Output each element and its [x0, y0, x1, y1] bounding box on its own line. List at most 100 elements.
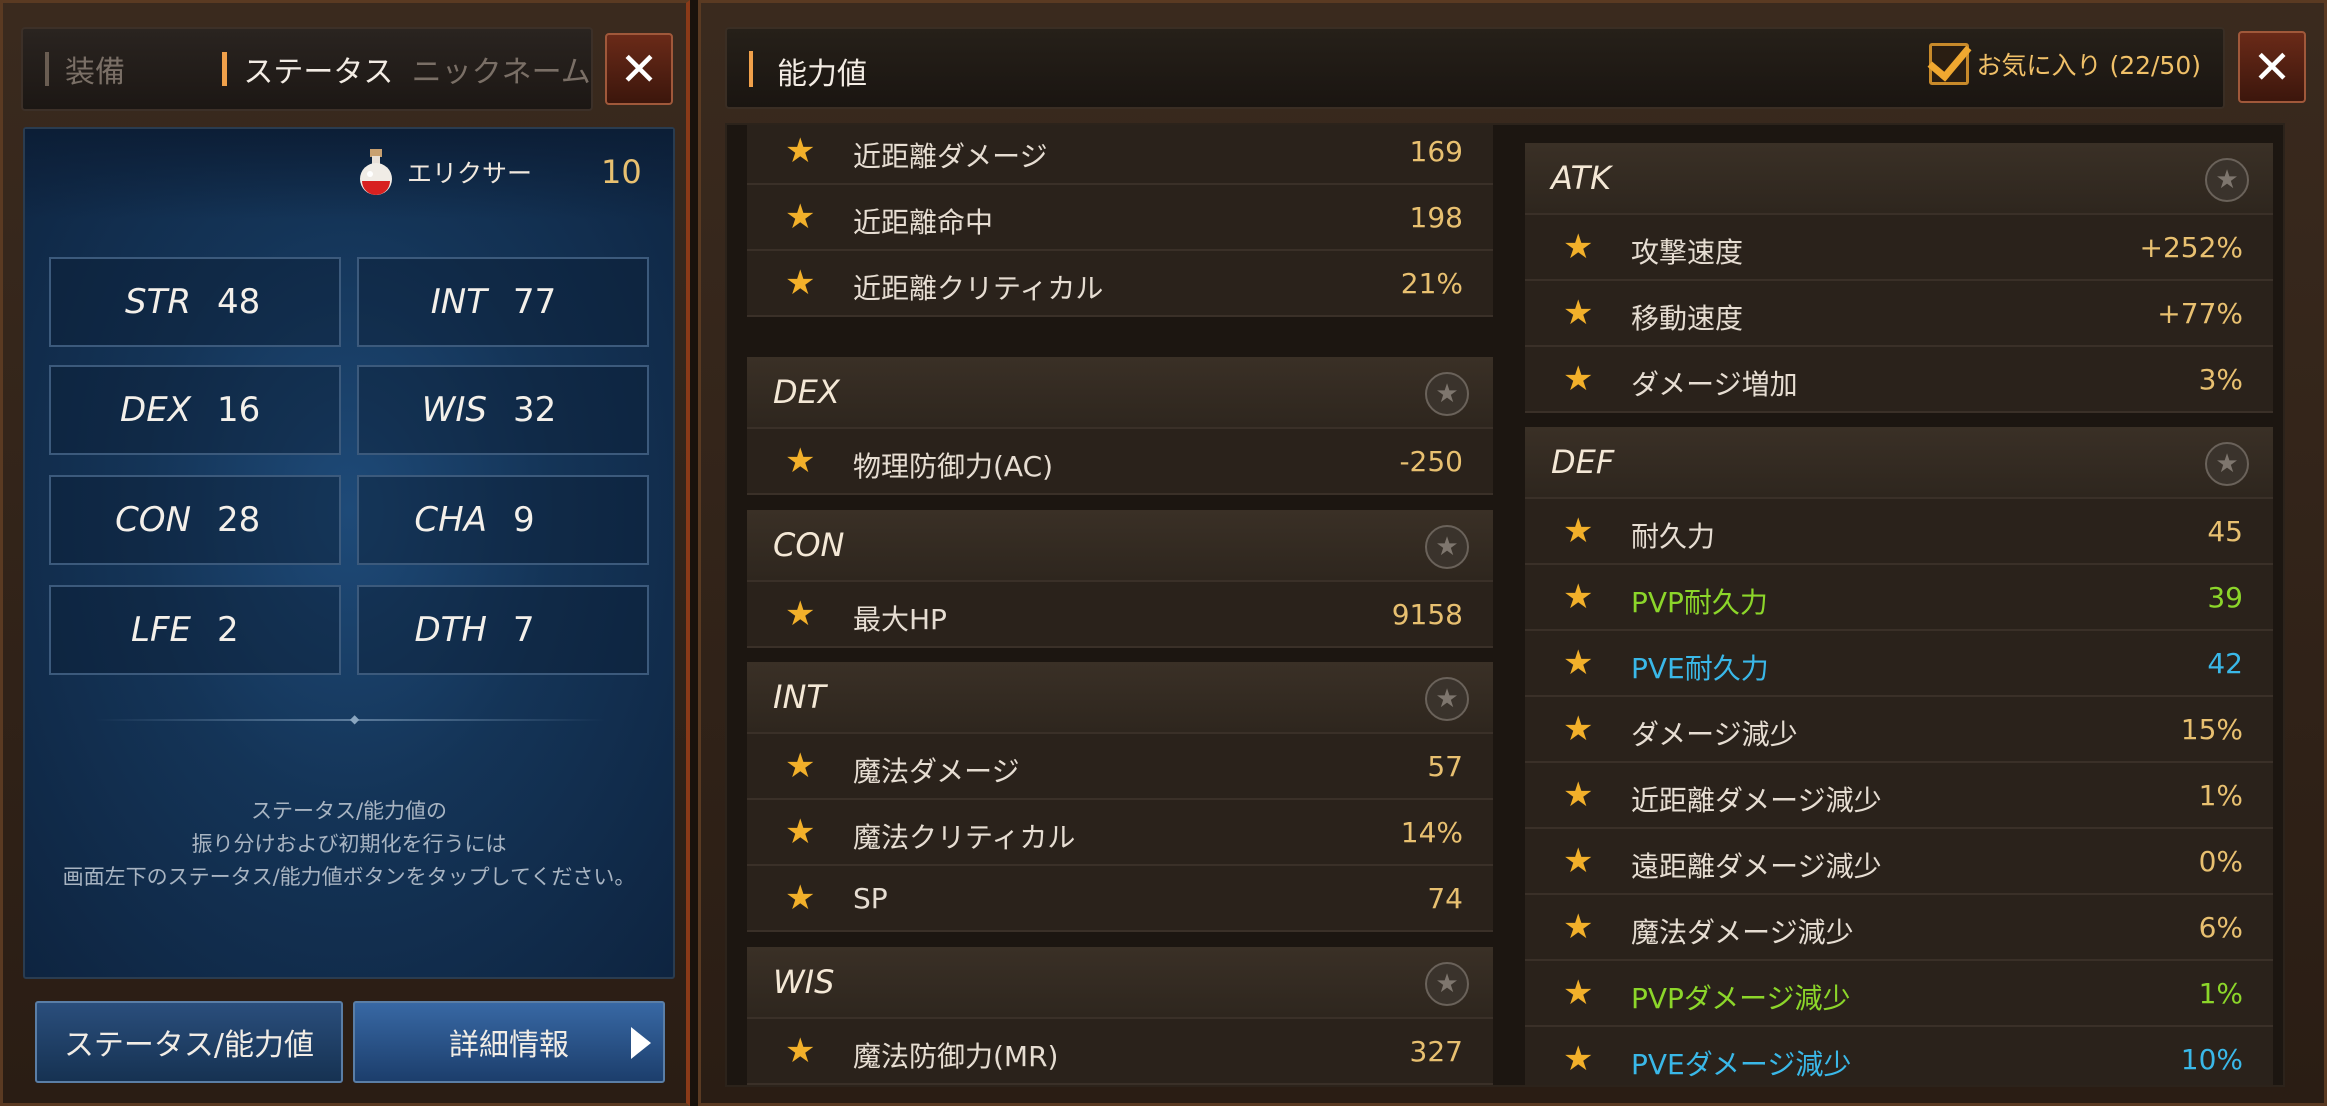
tab-status[interactable]: ステータス — [222, 29, 411, 109]
ability-name: 耐久力 — [1631, 520, 1716, 553]
stat-con: CON 28 — [49, 475, 341, 565]
favorite-star-icon[interactable]: ★ — [1563, 1039, 1593, 1079]
ability-name: PVE耐久力 — [1631, 652, 1769, 685]
ability-name: ダメージ増加 — [1631, 368, 1798, 401]
tab-active-marker — [222, 52, 228, 86]
stat-name: WIS — [421, 390, 487, 430]
ability-row[interactable]: ★ 遠距離ダメージ減少 0% — [1525, 829, 2273, 895]
favorite-toggle[interactable]: お気に入り (22/50) — [1928, 43, 2201, 85]
ability-row[interactable]: ★ 近距離クリティカル 21% — [747, 251, 1493, 317]
checkbox-checked-icon[interactable] — [1928, 43, 1969, 85]
section-favorite-star-icon[interactable]: ★ — [1425, 525, 1469, 569]
section-header: WIS ★ — [747, 947, 1493, 1019]
tab-equipment[interactable]: 装備 — [45, 29, 222, 109]
section-favorite-star-icon[interactable]: ★ — [1425, 677, 1469, 721]
section-favorite-star-icon[interactable]: ★ — [1425, 372, 1469, 416]
ability-row[interactable]: ★ 魔法クリティカル 14% — [747, 800, 1493, 866]
favorite-star-icon[interactable]: ★ — [1563, 973, 1593, 1013]
close-icon: ✕ — [619, 42, 659, 96]
status-body: エリクサー 10 STR 48 INT 77 DEX 16 WIS 32 CON — [23, 127, 675, 979]
ability-row[interactable]: ★ 攻撃速度 +252% — [1525, 215, 2273, 281]
favorite-star-icon[interactable]: ★ — [785, 878, 815, 918]
close-ability-button[interactable]: ✕ — [2238, 31, 2306, 103]
ability-value: 1% — [2198, 977, 2243, 1010]
ability-row[interactable]: ★ 物理防御力(AC) -250 — [747, 429, 1493, 495]
ability-row[interactable]: ★ PVPダメージ減少 1% — [1525, 961, 2273, 1027]
ability-value: 45 — [2207, 515, 2243, 548]
elixir-counter: エリクサー 10 — [355, 147, 642, 197]
stat-name: DEX — [120, 390, 191, 430]
section-str: ★ 近距離ダメージ 169 ★ 近距離命中 198 ★ 近距離クリティカル 21… — [747, 125, 1493, 317]
elixir-potion-icon — [355, 147, 397, 197]
section-title: WIS — [773, 963, 835, 1001]
favorite-star-icon[interactable]: ★ — [1563, 841, 1593, 881]
favorite-star-icon[interactable]: ★ — [1563, 907, 1593, 947]
ability-name: 最大HP — [853, 603, 947, 636]
section-favorite-star-icon[interactable]: ★ — [1425, 962, 1469, 1006]
stat-name: INT — [430, 282, 487, 322]
ability-value: 15% — [2180, 713, 2243, 746]
ability-name: SP — [853, 882, 888, 915]
favorite-star-icon[interactable]: ★ — [1563, 775, 1593, 815]
ability-name: 攻撃速度 — [1631, 236, 1744, 269]
stat-value: 2 — [217, 610, 239, 650]
ability-row[interactable]: ★ ダメージ減少 15% — [1525, 697, 2273, 763]
status-ability-button-label: ステータス/能力値 — [63, 1028, 315, 1063]
stat-str: STR 48 — [49, 257, 341, 347]
tab-divider — [45, 52, 49, 86]
stat-name: DTH — [414, 610, 487, 650]
status-ability-button[interactable]: ステータス/能力値 — [35, 1001, 343, 1083]
favorite-star-icon[interactable]: ★ — [785, 197, 815, 237]
ability-name: 移動速度 — [1631, 302, 1744, 335]
ability-row[interactable]: ★ 最大HP 9158 — [747, 582, 1493, 648]
ability-row[interactable]: ★ 移動速度 +77% — [1525, 281, 2273, 347]
ability-name: PVEダメージ減少 — [1631, 1048, 1852, 1081]
favorite-star-icon[interactable]: ★ — [1563, 511, 1593, 551]
section-favorite-star-icon[interactable]: ★ — [2205, 158, 2249, 202]
favorite-star-icon[interactable]: ★ — [1563, 709, 1593, 749]
ability-row[interactable]: ★ 耐久力 45 — [1525, 499, 2273, 565]
page-title: 能力値 — [777, 57, 867, 92]
ability-row[interactable]: ★ PVEダメージ減少 10% — [1525, 1027, 2273, 1085]
favorite-star-icon[interactable]: ★ — [1563, 227, 1593, 267]
stat-name: LFE — [131, 610, 191, 650]
ability-row[interactable]: ★ PVE耐久力 42 — [1525, 631, 2273, 697]
elixir-count: 10 — [601, 153, 642, 191]
favorite-star-icon[interactable]: ★ — [785, 1031, 815, 1071]
favorite-star-icon[interactable]: ★ — [785, 441, 815, 481]
favorite-star-icon[interactable]: ★ — [785, 131, 815, 171]
ability-row[interactable]: ★ SP 74 — [747, 866, 1493, 932]
ability-row[interactable]: ★ PVP耐久力 39 — [1525, 565, 2273, 631]
section-title: DEX — [773, 373, 840, 411]
favorite-star-icon[interactable]: ★ — [1563, 293, 1593, 333]
ability-row[interactable]: ★ ダメージ増加 3% — [1525, 347, 2273, 413]
ability-value: 57 — [1427, 750, 1463, 783]
ability-list[interactable]: ★ 近距離ダメージ 169 ★ 近距離命中 198 ★ 近距離クリティカル 21… — [725, 123, 2285, 1087]
ability-row[interactable]: ★ 近距離ダメージ減少 1% — [1525, 763, 2273, 829]
favorite-star-icon[interactable]: ★ — [1563, 643, 1593, 683]
ability-row[interactable]: ★ 近距離命中 198 — [747, 185, 1493, 251]
help-line: 画面左下のステータス/能力値ボタンをタップしてください。 — [62, 865, 636, 889]
favorite-star-icon[interactable]: ★ — [1563, 577, 1593, 617]
ability-row[interactable]: ★ 魔法ダメージ 57 — [747, 734, 1493, 800]
favorite-star-icon[interactable]: ★ — [785, 812, 815, 852]
tab-nickname[interactable]: ニックネーム — [412, 29, 591, 109]
ability-value: +77% — [2157, 297, 2243, 330]
ability-row[interactable]: ★ 近距離ダメージ 169 — [747, 125, 1493, 185]
stat-value: 28 — [217, 500, 261, 540]
ability-panel: 能力値 お気に入り (22/50) ✕ ★ 近距離ダメージ 169 ★ 近距離命… — [698, 0, 2327, 1106]
ability-row[interactable]: ★ 魔法防御力(MR) 327 — [747, 1019, 1493, 1085]
tab-nickname-label: ニックネーム — [411, 55, 591, 90]
detail-info-button[interactable]: 詳細情報 — [353, 1001, 665, 1083]
favorite-star-icon[interactable]: ★ — [785, 263, 815, 303]
section-favorite-star-icon[interactable]: ★ — [2205, 442, 2249, 486]
stat-dex: DEX 16 — [49, 365, 341, 455]
ability-value: 6% — [2198, 911, 2243, 944]
ability-row[interactable]: ★ 魔法ダメージ減少 6% — [1525, 895, 2273, 961]
section-header: DEX ★ — [747, 357, 1493, 429]
favorite-star-icon[interactable]: ★ — [785, 746, 815, 786]
favorite-star-icon[interactable]: ★ — [1563, 359, 1593, 399]
close-status-button[interactable]: ✕ — [605, 33, 673, 105]
favorite-star-icon[interactable]: ★ — [785, 594, 815, 634]
ability-value: 10% — [2180, 1043, 2243, 1076]
